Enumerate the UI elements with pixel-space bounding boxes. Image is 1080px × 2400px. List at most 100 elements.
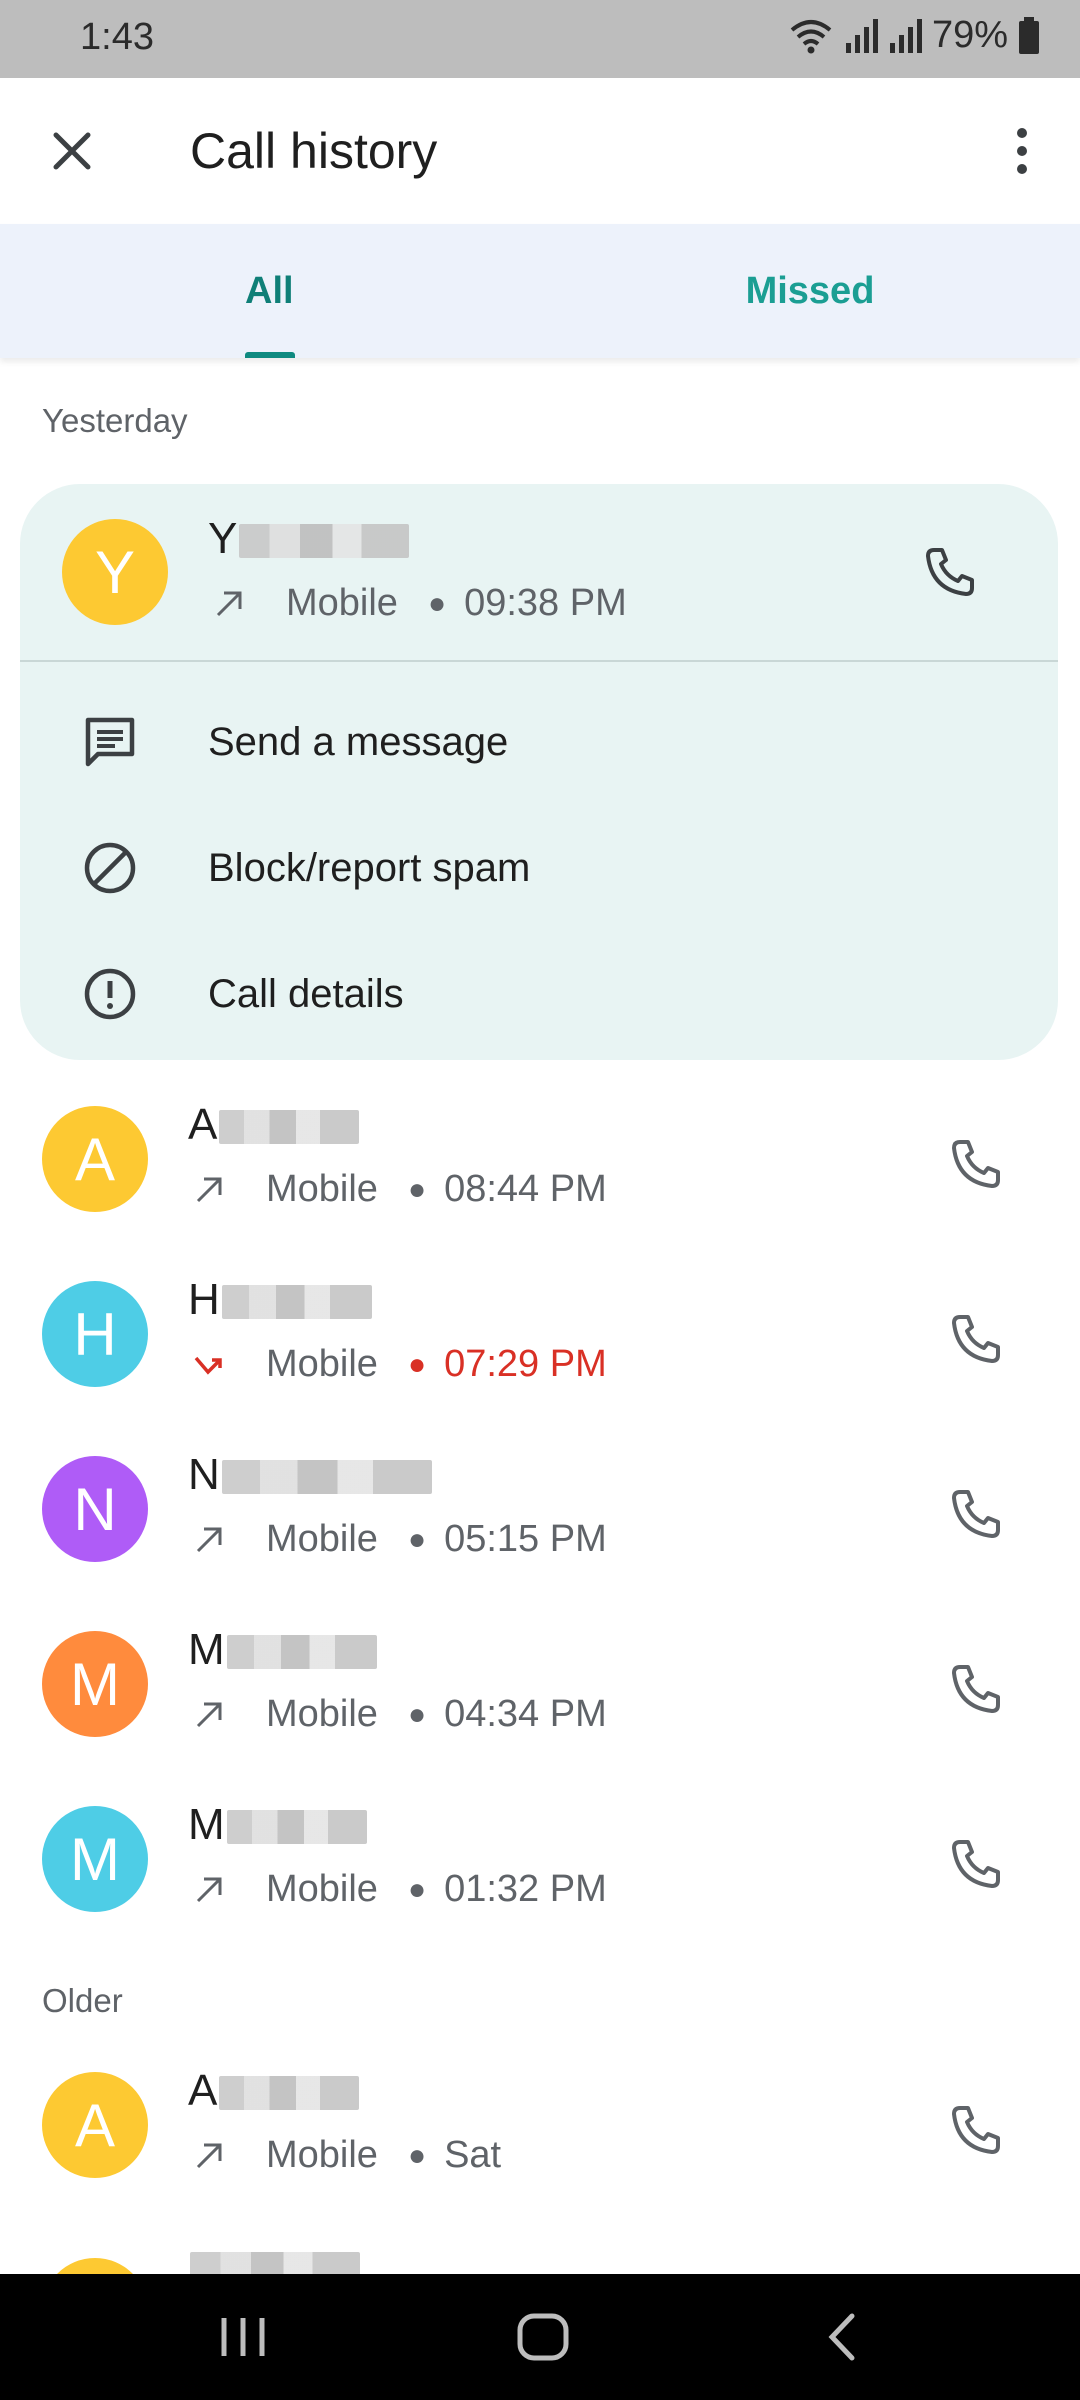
send-message-action[interactable]: Send a message [80, 712, 508, 772]
message-icon [85, 717, 135, 767]
signal-icon [845, 18, 878, 53]
contact-name: Y [208, 514, 410, 564]
divider [20, 660, 1058, 662]
tab-missed[interactable]: Missed [540, 224, 1080, 358]
call-row[interactable]: H H Mobile ● 07:29 PM [0, 1253, 1080, 1428]
phone-icon[interactable] [922, 544, 978, 600]
call-info: Mobile ● 08:44 PM [192, 1168, 607, 1211]
contact-name: H [188, 1275, 372, 1325]
avatar-initial: Y [94, 538, 136, 606]
call-info: Mobile ● 07:29 PM [192, 1343, 607, 1386]
outgoing-call-icon [192, 1873, 226, 1907]
call-row[interactable]: N N Mobile ● 05:15 PM [0, 1428, 1080, 1603]
separator-dot: ● [407, 1522, 427, 1556]
call-type: Mobile [286, 582, 398, 624]
system-nav-bar [0, 2274, 1080, 2400]
redacted-name [226, 1810, 367, 1845]
avatar-initial: N [73, 1475, 117, 1543]
block-report-action[interactable]: Block/report spam [80, 838, 530, 898]
contact-name-initial: Y [208, 514, 238, 563]
avatar: H [42, 1281, 148, 1387]
redacted-name [239, 524, 410, 559]
phone-icon[interactable] [948, 1311, 1004, 1367]
send-message-label: Send a message [208, 719, 509, 764]
call-details-label: Call details [208, 971, 404, 1016]
avatar [42, 2258, 148, 2274]
call-info: Mobile ● Sat [192, 2134, 501, 2177]
outgoing-call-icon [216, 591, 242, 616]
section-header-yesterday: Yesterday [42, 402, 188, 439]
status-time: 1:43 [80, 16, 154, 58]
contact-name-initial: N [188, 1450, 220, 1499]
avatar: N [42, 1456, 148, 1562]
block-report-label: Block/report spam [208, 845, 531, 890]
outgoing-call-icon [192, 1523, 226, 1557]
tab-missed-label: Missed [745, 269, 875, 312]
tab-all-label: All [245, 269, 294, 312]
avatar: A [42, 1106, 148, 1212]
phone-icon[interactable] [948, 1836, 1004, 1892]
close-icon[interactable] [44, 123, 100, 179]
outgoing-call-icon [192, 1698, 226, 1732]
call-time: 08:44 PM [444, 1168, 607, 1210]
wifi-icon [790, 19, 832, 53]
contact-name: M [188, 1800, 367, 1850]
redacted-name [190, 2252, 360, 2274]
page-title: Call history [190, 123, 438, 179]
status-icons: 79% [788, 14, 1040, 57]
call-time: 09:38 PM [464, 582, 627, 624]
recent-apps-icon[interactable] [210, 2304, 276, 2370]
call-row[interactable]: M M Mobile ● 04:34 PM [0, 1603, 1080, 1778]
contact-name: A [188, 2066, 360, 2116]
call-type: Mobile [266, 1343, 378, 1385]
avatar-initial: A [74, 2091, 116, 2159]
missed-call-icon [192, 1348, 226, 1382]
call-row[interactable]: M M Mobile ● 01:32 PM [0, 1778, 1080, 1953]
redacted-name [221, 1460, 432, 1495]
contact-name-initial: A [188, 2066, 218, 2115]
back-icon[interactable] [810, 2304, 876, 2370]
call-time: 01:32 PM [444, 1868, 607, 1910]
contact-name: M [188, 1625, 377, 1675]
call-info: Mobile ● 01:32 PM [192, 1868, 607, 1911]
app-bar: Call history [0, 78, 1080, 224]
avatar: Y [62, 519, 168, 625]
info-alert-icon [84, 968, 136, 1020]
call-type: Mobile [266, 1518, 378, 1560]
phone-icon[interactable] [948, 1136, 1004, 1192]
battery-percent: 79% [931, 14, 1008, 56]
contact-name: A [188, 1100, 360, 1150]
call-info: Mobile ● 05:15 PM [192, 1518, 607, 1561]
phone-icon[interactable] [948, 2102, 1004, 2158]
expanded-call-card[interactable]: Y Y Mobile ● 09:38 PM Send a message Blo… [20, 484, 1058, 1060]
avatar: M [42, 1631, 148, 1737]
avatar-initial: M [70, 1650, 120, 1718]
contact-name-initial: M [188, 1625, 225, 1674]
home-icon[interactable] [510, 2304, 576, 2370]
avatar: A [42, 2072, 148, 2178]
separator-dot: ● [407, 1172, 427, 1206]
avatar: M [42, 1806, 148, 1912]
call-info: Mobile ● 04:34 PM [192, 1693, 607, 1736]
call-type: Mobile [266, 1693, 378, 1735]
call-time: 05:15 PM [444, 1518, 607, 1560]
contact-name: N [188, 1450, 432, 1500]
phone-icon[interactable] [948, 1661, 1004, 1717]
separator-dot: ● [407, 1697, 427, 1731]
block-icon [84, 842, 136, 894]
battery-icon [1019, 16, 1039, 54]
more-options-icon[interactable] [994, 123, 1050, 179]
tab-indicator [245, 352, 295, 358]
call-type: Mobile [266, 1868, 378, 1910]
contact-name-initial: M [188, 1800, 225, 1849]
call-row[interactable]: A A Mobile ● Sat [0, 2044, 1080, 2219]
phone-icon[interactable] [948, 1486, 1004, 1542]
tab-all[interactable]: All [0, 224, 540, 358]
partial-call-row [0, 2246, 1080, 2274]
call-details-action[interactable]: Call details [80, 964, 404, 1024]
call-row[interactable]: A A Mobile ● 08:44 PM [0, 1078, 1080, 1253]
separator-dot: ● [407, 1347, 427, 1381]
call-type: Mobile [266, 2134, 378, 2176]
avatar-initial: M [70, 1825, 120, 1893]
avatar-initial: H [73, 1300, 117, 1368]
